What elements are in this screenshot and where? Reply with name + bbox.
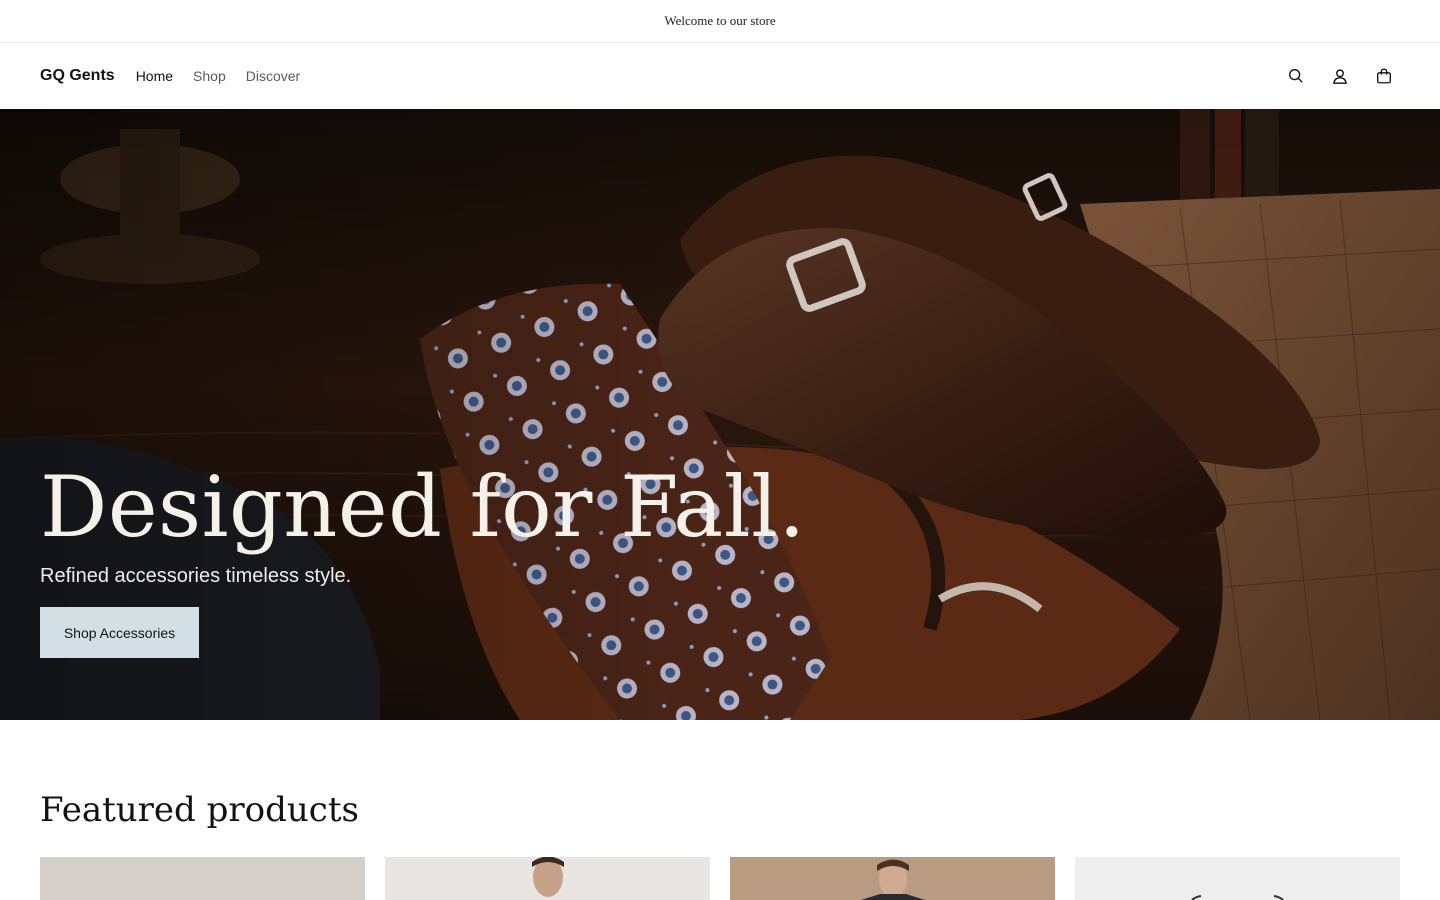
account-icon[interactable] — [1328, 64, 1352, 88]
product-image — [730, 857, 1055, 900]
featured-title: Featured products — [40, 790, 359, 830]
nav-item-home[interactable]: Home — [136, 68, 173, 84]
product-card[interactable] — [1075, 857, 1400, 900]
product-image — [385, 857, 710, 900]
announcement-text: Welcome to our store — [664, 13, 776, 28]
product-card[interactable] — [730, 857, 1055, 900]
product-image — [40, 857, 365, 900]
product-grid — [40, 857, 1400, 900]
nav-item-discover[interactable]: Discover — [246, 68, 300, 84]
store-logo[interactable]: GQ Gents — [40, 67, 115, 85]
announcement-bar: Welcome to our store — [0, 0, 1440, 43]
product-image — [1075, 857, 1400, 900]
product-card[interactable] — [40, 857, 365, 900]
hero-title: Designed for Fall. — [40, 458, 806, 556]
main-nav: Home Shop Discover — [136, 68, 301, 84]
header-icons — [1284, 64, 1400, 88]
featured-section: Featured products — [40, 790, 359, 830]
shop-accessories-button[interactable]: Shop Accessories — [40, 607, 199, 658]
search-icon[interactable] — [1284, 64, 1308, 88]
hero-subtitle: Refined accessories timeless style. — [40, 565, 352, 587]
hero-banner: Designed for Fall. Refined accessories t… — [0, 109, 1440, 720]
cart-icon[interactable] — [1372, 64, 1396, 88]
site-header: GQ Gents Home Shop Discover — [0, 43, 1440, 109]
nav-item-shop[interactable]: Shop — [193, 68, 226, 84]
product-card[interactable] — [385, 857, 710, 900]
hero-content: Designed for Fall. Refined accessories t… — [40, 459, 806, 658]
